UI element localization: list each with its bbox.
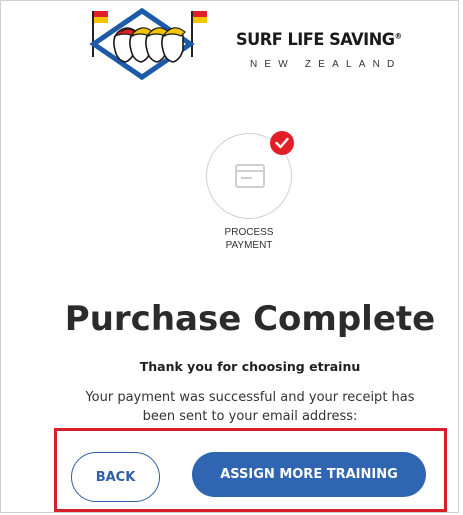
back-button[interactable]: BACK [71,452,160,502]
payment-message: Your payment was successful and your rec… [85,390,415,424]
page-title: Purchase Complete [64,299,436,339]
step-label: PROCESS PAYMENT [224,227,274,251]
assign-more-training-button[interactable]: ASSIGN MORE TRAINING [192,452,426,497]
payment-card-icon [235,164,265,192]
thank-you-text: Thank you for choosing etrainu [139,359,361,374]
step-complete-check-icon [270,131,294,155]
brand-subtitle: NEW ZEALAND [250,59,402,70]
brand-title: SURF LIFE SAVING® [236,30,402,50]
